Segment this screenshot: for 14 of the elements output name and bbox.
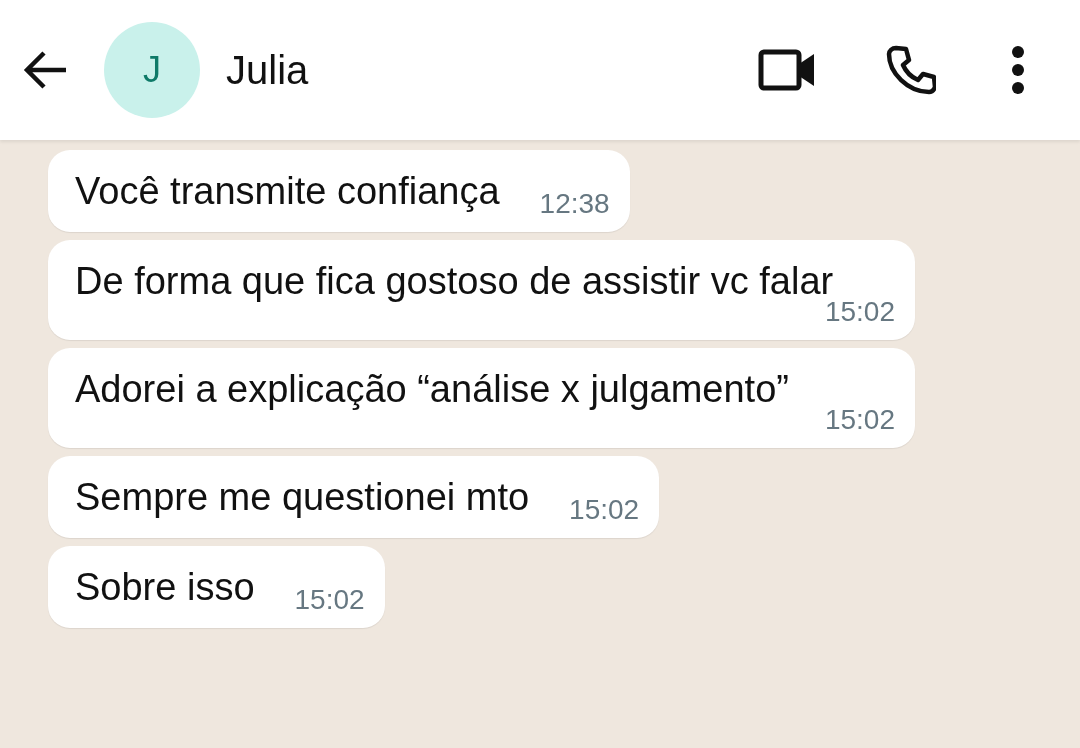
phone-icon[interactable] xyxy=(886,45,936,95)
back-arrow-icon[interactable] xyxy=(22,50,68,90)
message-time: 15:02 xyxy=(293,583,365,617)
contact-name[interactable]: Julia xyxy=(226,47,758,93)
message-text: Você transmite confiança xyxy=(75,169,500,214)
video-camera-icon[interactable] xyxy=(758,49,816,91)
message-text: Sempre me questionei mto xyxy=(75,475,530,520)
menu-icon[interactable] xyxy=(1011,45,1025,95)
message-text: Sobre isso xyxy=(75,565,255,610)
message-time: 15:02 xyxy=(823,403,895,437)
message-time: 12:38 xyxy=(538,187,610,221)
message-time: 15:02 xyxy=(568,493,640,527)
message-text: Adorei a explicação “análise x julgamento” xyxy=(75,367,789,412)
avatar[interactable]: J xyxy=(104,22,200,118)
